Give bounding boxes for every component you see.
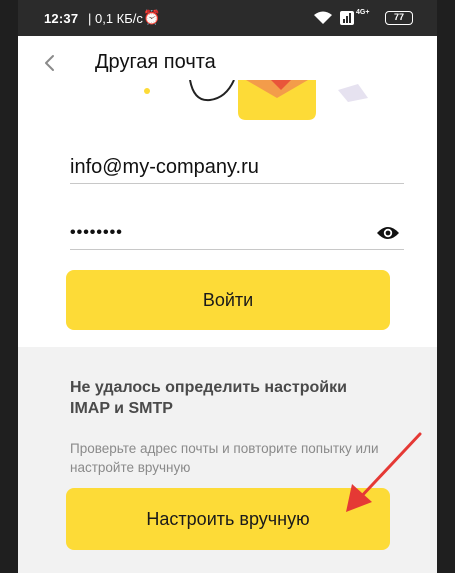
lte-label: 4G+ xyxy=(356,9,370,16)
password-field[interactable]: •••••••• xyxy=(70,220,404,250)
eye-icon[interactable] xyxy=(376,224,400,242)
status-bar: 12:37 | 0,1 КБ/с ⏰ 4G+ 77 xyxy=(18,0,437,36)
phone-screen: 12:37 | 0,1 КБ/с ⏰ 4G+ 77 Другая почта •… xyxy=(18,0,437,573)
login-button[interactable]: Войти xyxy=(66,270,390,330)
status-time: 12:37 xyxy=(44,11,79,26)
mail-illustration xyxy=(144,80,368,120)
error-panel: Не удалось определить настройки IMAP и S… xyxy=(18,347,437,573)
chevron-left-icon[interactable] xyxy=(40,52,60,74)
signal-icon xyxy=(340,11,354,25)
wifi-icon xyxy=(314,11,332,24)
manual-setup-button[interactable]: Настроить вручную xyxy=(66,488,390,550)
email-field[interactable] xyxy=(70,152,404,184)
page-title: Другая почта xyxy=(95,51,216,73)
alarm-icon: ⏰ xyxy=(143,9,161,25)
status-network-speed: | 0,1 КБ/с xyxy=(88,11,143,26)
error-hint: Проверьте адрес почты и повторите попытк… xyxy=(70,441,379,475)
password-value: •••••••• xyxy=(70,224,123,241)
battery-indicator: 77 xyxy=(385,11,413,25)
error-title: Не удалось определить настройки IMAP и S… xyxy=(70,379,347,417)
